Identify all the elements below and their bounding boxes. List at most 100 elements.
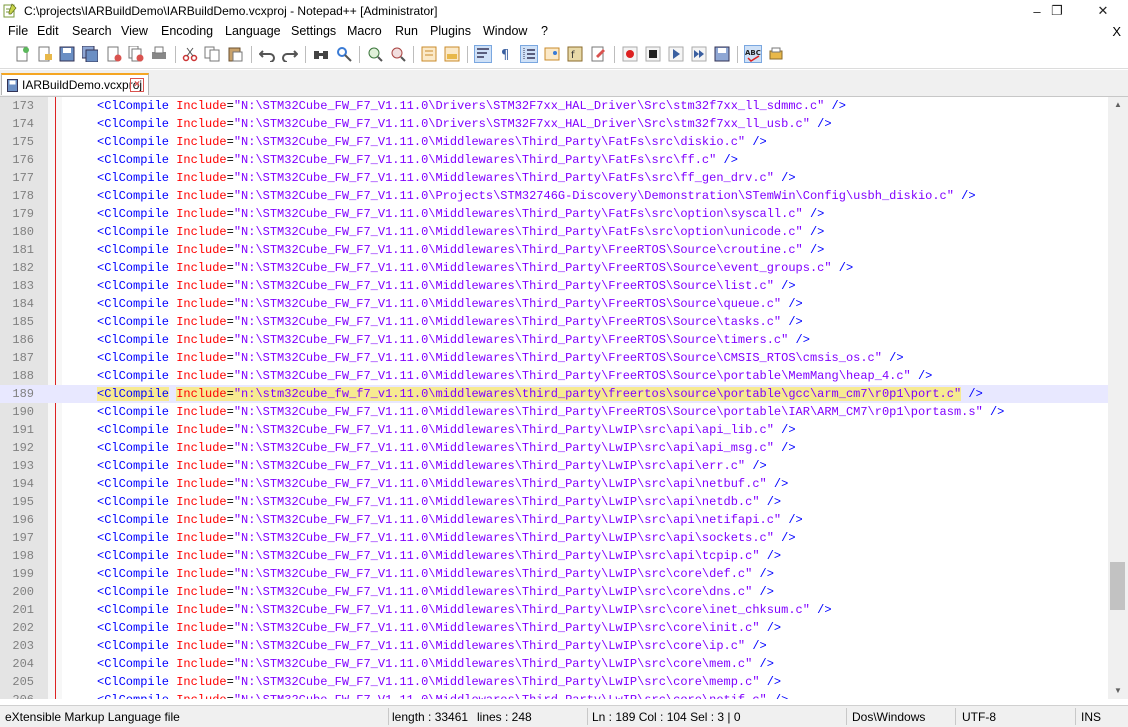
code-text[interactable]: <ClCompile Include="N:\STM32Cube_FW_F7_V… — [97, 241, 824, 259]
code-line[interactable]: 194 <ClCompile Include="N:\STM32Cube_FW_F… — [0, 475, 1108, 493]
play-macro-icon[interactable] — [668, 46, 684, 62]
paste-icon[interactable] — [227, 46, 243, 62]
code-text[interactable]: <ClCompile Include="n:\stm32cube_fw_f7_v… — [97, 385, 983, 403]
code-line[interactable]: 176 <ClCompile Include="N:\STM32Cube_FW_F… — [0, 151, 1108, 169]
code-editor[interactable]: 173 <ClCompile Include="N:\STM32Cube_FW_F… — [0, 97, 1108, 699]
cut-icon[interactable] — [182, 46, 198, 62]
doc-map-icon[interactable] — [544, 46, 560, 62]
code-line[interactable]: 179 <ClCompile Include="N:\STM32Cube_FW_F… — [0, 205, 1108, 223]
code-line[interactable]: 186 <ClCompile Include="N:\STM32Cube_FW_F… — [0, 331, 1108, 349]
code-text[interactable]: <ClCompile Include="N:\STM32Cube_FW_F7_V… — [97, 565, 774, 583]
find-icon[interactable] — [313, 46, 329, 62]
close-icon[interactable] — [106, 46, 122, 62]
code-line[interactable]: 200 <ClCompile Include="N:\STM32Cube_FW_F… — [0, 583, 1108, 601]
maximize-button[interactable]: ❐ — [1034, 0, 1080, 22]
code-text[interactable]: <ClCompile Include="N:\STM32Cube_FW_F7_V… — [97, 421, 796, 439]
undo-icon[interactable] — [259, 46, 275, 62]
code-line[interactable]: 175 <ClCompile Include="N:\STM32Cube_FW_F… — [0, 133, 1108, 151]
code-line[interactable]: 199 <ClCompile Include="N:\STM32Cube_FW_F… — [0, 565, 1108, 583]
code-text[interactable]: <ClCompile Include="N:\STM32Cube_FW_F7_V… — [97, 511, 803, 529]
code-text[interactable]: <ClCompile Include="N:\STM32Cube_FW_F7_V… — [97, 475, 788, 493]
menu-help[interactable]: ? — [541, 24, 548, 38]
open-file-icon[interactable] — [37, 46, 53, 62]
code-line[interactable]: 177 <ClCompile Include="N:\STM32Cube_FW_F… — [0, 169, 1108, 187]
code-text[interactable]: <ClCompile Include="N:\STM32Cube_FW_F7_V… — [97, 259, 853, 277]
menu-view[interactable]: View — [121, 24, 148, 38]
scroll-down-arrow-icon[interactable]: ▼ — [1108, 683, 1128, 699]
show-all-chars-icon[interactable]: ¶ — [498, 46, 514, 62]
menu-plugins[interactable]: Plugins — [430, 24, 471, 38]
code-line[interactable]: 206 <ClCompile Include="N:\STM32Cube_FW_F… — [0, 691, 1108, 699]
menu-window[interactable]: Window — [483, 24, 527, 38]
code-line[interactable]: 173 <ClCompile Include="N:\STM32Cube_FW_F… — [0, 97, 1108, 115]
spell-options-icon[interactable] — [768, 46, 784, 62]
menu-run[interactable]: Run — [395, 24, 418, 38]
code-line[interactable]: 182 <ClCompile Include="N:\STM32Cube_FW_F… — [0, 259, 1108, 277]
copy-icon[interactable] — [204, 46, 220, 62]
code-text[interactable]: <ClCompile Include="N:\STM32Cube_FW_F7_V… — [97, 403, 1004, 421]
code-line[interactable]: 193 <ClCompile Include="N:\STM32Cube_FW_F… — [0, 457, 1108, 475]
code-text[interactable]: <ClCompile Include="N:\STM32Cube_FW_F7_V… — [97, 205, 824, 223]
code-text[interactable]: <ClCompile Include="N:\STM32Cube_FW_F7_V… — [97, 439, 796, 457]
close-all-icon[interactable] — [128, 46, 144, 62]
function-list-icon[interactable]: f — [567, 46, 583, 62]
code-line[interactable]: 192 <ClCompile Include="N:\STM32Cube_FW_F… — [0, 439, 1108, 457]
code-text[interactable]: <ClCompile Include="N:\STM32Cube_FW_F7_V… — [97, 691, 788, 699]
status-eol[interactable]: Dos\Windows — [852, 710, 925, 724]
folder-workspace-icon[interactable] — [590, 46, 606, 62]
code-line[interactable]: 174 <ClCompile Include="N:\STM32Cube_FW_F… — [0, 115, 1108, 133]
zoom-in-icon[interactable] — [367, 46, 383, 62]
code-text[interactable]: <ClCompile Include="N:\STM32Cube_FW_F7_V… — [97, 277, 796, 295]
code-text[interactable]: <ClCompile Include="N:\STM32Cube_FW_F7_V… — [97, 601, 832, 619]
code-line[interactable]: 201 <ClCompile Include="N:\STM32Cube_FW_F… — [0, 601, 1108, 619]
code-text[interactable]: <ClCompile Include="N:\STM32Cube_FW_F7_V… — [97, 547, 781, 565]
scroll-up-arrow-icon[interactable]: ▲ — [1108, 97, 1128, 113]
code-text[interactable]: <ClCompile Include="N:\STM32Cube_FW_F7_V… — [97, 457, 767, 475]
code-line[interactable]: 203 <ClCompile Include="N:\STM32Cube_FW_F… — [0, 637, 1108, 655]
scrollbar-thumb[interactable] — [1110, 562, 1125, 610]
code-text[interactable]: <ClCompile Include="N:\STM32Cube_FW_F7_V… — [97, 655, 774, 673]
code-line[interactable]: 197 <ClCompile Include="N:\STM32Cube_FW_F… — [0, 529, 1108, 547]
code-text[interactable]: <ClCompile Include="N:\STM32Cube_FW_F7_V… — [97, 295, 803, 313]
status-encoding[interactable]: UTF-8 — [962, 710, 996, 724]
code-line[interactable]: 185 <ClCompile Include="N:\STM32Cube_FW_F… — [0, 313, 1108, 331]
print-icon[interactable] — [151, 46, 167, 62]
status-insert-mode[interactable]: INS — [1081, 710, 1101, 724]
code-text[interactable]: <ClCompile Include="N:\STM32Cube_FW_F7_V… — [97, 349, 904, 367]
tab-close-button[interactable]: × — [130, 78, 144, 92]
sync-horizontal-icon[interactable] — [444, 46, 460, 62]
menu-file[interactable]: File — [8, 24, 28, 38]
code-text[interactable]: <ClCompile Include="N:\STM32Cube_FW_F7_V… — [97, 529, 796, 547]
code-line[interactable]: 190 <ClCompile Include="N:\STM32Cube_FW_F… — [0, 403, 1108, 421]
menu-edit[interactable]: Edit — [37, 24, 59, 38]
code-line[interactable]: 184 <ClCompile Include="N:\STM32Cube_FW_F… — [0, 295, 1108, 313]
code-text[interactable]: <ClCompile Include="N:\STM32Cube_FW_F7_V… — [97, 637, 767, 655]
code-line-current[interactable]: 189 <ClCompile Include="n:\stm32cube_fw_f… — [0, 385, 1108, 403]
code-line[interactable]: 195 <ClCompile Include="N:\STM32Cube_FW_F… — [0, 493, 1108, 511]
menu-settings[interactable]: Settings — [291, 24, 336, 38]
spell-check-icon[interactable]: ABC — [744, 45, 762, 63]
code-line[interactable]: 204 <ClCompile Include="N:\STM32Cube_FW_F… — [0, 655, 1108, 673]
record-macro-icon[interactable] — [622, 46, 638, 62]
code-text[interactable]: <ClCompile Include="N:\STM32Cube_FW_F7_V… — [97, 223, 824, 241]
close-window-button[interactable]: ✕ — [1080, 0, 1126, 22]
code-line[interactable]: 202 <ClCompile Include="N:\STM32Cube_FW_F… — [0, 619, 1108, 637]
code-text[interactable]: <ClCompile Include="N:\STM32Cube_FW_F7_V… — [97, 187, 976, 205]
new-file-icon[interactable] — [14, 46, 30, 62]
code-line[interactable]: 180 <ClCompile Include="N:\STM32Cube_FW_F… — [0, 223, 1108, 241]
save-macro-icon[interactable] — [714, 46, 730, 62]
zoom-out-icon[interactable] — [390, 46, 406, 62]
menu-search[interactable]: Search — [72, 24, 112, 38]
code-text[interactable]: <ClCompile Include="N:\STM32Cube_FW_F7_V… — [97, 133, 767, 151]
word-wrap-icon[interactable] — [474, 45, 492, 63]
code-line[interactable]: 191 <ClCompile Include="N:\STM32Cube_FW_F… — [0, 421, 1108, 439]
menu-encoding[interactable]: Encoding — [161, 24, 213, 38]
code-text[interactable]: <ClCompile Include="N:\STM32Cube_FW_F7_V… — [97, 97, 846, 115]
tab-iarbuilddemo-vcxproj[interactable]: IARBuildDemo.vcxproj × — [1, 73, 149, 95]
menu-macro[interactable]: Macro — [347, 24, 382, 38]
code-line[interactable]: 181 <ClCompile Include="N:\STM32Cube_FW_F… — [0, 241, 1108, 259]
code-line[interactable]: 196 <ClCompile Include="N:\STM32Cube_FW_F… — [0, 511, 1108, 529]
code-text[interactable]: <ClCompile Include="N:\STM32Cube_FW_F7_V… — [97, 151, 738, 169]
close-document-button[interactable]: X — [1112, 24, 1121, 39]
code-line[interactable]: 205 <ClCompile Include="N:\STM32Cube_FW_F… — [0, 673, 1108, 691]
